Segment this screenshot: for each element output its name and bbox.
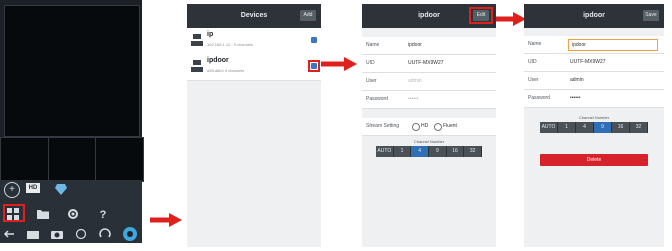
channel-option[interactable]: AUTO: [376, 146, 394, 157]
edit-titlebar: ipdoor Edit: [362, 4, 496, 28]
help-icon[interactable]: ?: [96, 207, 110, 221]
device-subtitle: a5f1d8b4 9 channels: [207, 68, 245, 73]
highlight-info-button: [308, 60, 320, 72]
password-field[interactable]: ••••••: [408, 91, 419, 108]
stream-row: Stream Setting HD Fluent: [362, 118, 496, 136]
highlight-grid-button: [3, 204, 25, 222]
channel-option[interactable]: 1: [558, 122, 576, 133]
channel-option[interactable]: 32: [464, 146, 483, 157]
field-label: UID: [366, 60, 375, 66]
field-label: Stream Setting: [366, 123, 400, 129]
field-label: User: [528, 77, 539, 83]
channel-option[interactable]: 16: [447, 146, 465, 157]
channel-selector: AUTO 1 4 9 16 32: [540, 122, 648, 133]
settings-icon[interactable]: [74, 227, 88, 241]
add-device-button[interactable]: Add: [300, 10, 316, 21]
channel-option[interactable]: 16: [612, 122, 630, 133]
hd-icon[interactable]: HD: [26, 183, 40, 193]
field-label: Password: [528, 95, 550, 101]
name-input[interactable]: ipdoor: [568, 39, 658, 51]
device-row[interactable]: ip 192.168.1.10 : 9 channels: [187, 28, 321, 55]
user-field[interactable]: admin: [570, 72, 584, 89]
user-row: User admin: [524, 72, 664, 90]
arrow-right-icon: [150, 213, 182, 227]
info-icon[interactable]: [311, 37, 317, 43]
user-field[interactable]: admin: [408, 73, 422, 90]
video-pane-main[interactable]: [4, 5, 140, 137]
name-row: Name ipdoor: [362, 37, 496, 55]
diamond-icon[interactable]: [54, 182, 68, 196]
channel-option[interactable]: 4: [576, 122, 594, 133]
channel-label: Channel Number: [578, 115, 610, 120]
uid-field[interactable]: UUTF-MX9W27: [570, 54, 606, 71]
video-pane-1[interactable]: [0, 137, 49, 182]
video-pane-2[interactable]: [48, 137, 96, 182]
fluent-radio[interactable]: [434, 123, 442, 131]
name-value: ipdoor: [572, 42, 586, 48]
field-label: User: [366, 78, 377, 84]
uid-row: UID UUTF-MX9W27: [524, 54, 664, 72]
camera-icon: [191, 59, 203, 73]
devices-screen: Devices Add ip 192.168.1.10 : 9 channels…: [187, 4, 321, 247]
name-row: Name ipdoor: [524, 36, 664, 54]
save-button[interactable]: Save: [643, 10, 659, 21]
channel-label: Channel Number: [413, 139, 445, 144]
channel-option[interactable]: 9: [594, 122, 612, 133]
rotate-icon[interactable]: [98, 227, 112, 241]
device-name: ip: [207, 31, 214, 38]
device-row[interactable]: ipdoor a5f1d8b4 9 channels: [187, 54, 321, 81]
radio-label: Fluent: [443, 123, 457, 129]
password-row: Password ••••••: [524, 90, 664, 108]
highlight-edit-button: [469, 7, 493, 24]
uid-field[interactable]: UUTF-MX9W27: [408, 55, 444, 72]
live-view-screen: + HD ?: [0, 0, 144, 243]
field-label: Name: [528, 41, 542, 47]
name-field[interactable]: ipdoor: [408, 37, 422, 54]
channel-option[interactable]: AUTO: [540, 122, 558, 133]
field-label: Name: [366, 42, 380, 48]
save-device-screen: ipdoor Save Name ipdoor UID UUTF-MX9W27 …: [524, 4, 664, 247]
devices-titlebar: Devices Add: [187, 4, 321, 28]
arrow-right-icon: [496, 12, 526, 26]
hd-radio[interactable]: [412, 123, 420, 131]
channel-selector: AUTO 1 4 9 16 32: [376, 146, 483, 157]
password-field[interactable]: ••••••: [570, 90, 581, 107]
channel-option[interactable]: 32: [630, 122, 648, 133]
back-icon[interactable]: [2, 227, 16, 241]
uid-row: UID UUTF-MX9W27: [362, 55, 496, 73]
camera-icon[interactable]: [50, 227, 64, 241]
folder-icon[interactable]: [36, 208, 50, 220]
arrow-right-icon: [321, 57, 357, 71]
save-titlebar: ipdoor Save: [524, 4, 664, 28]
channel-option[interactable]: 9: [429, 146, 447, 157]
video-pane-3[interactable]: [95, 137, 144, 182]
field-label: UID: [528, 59, 537, 65]
edit-device-screen: ipdoor Edit Name ipdoor UID UUTF-MX9W27 …: [362, 4, 496, 247]
add-icon[interactable]: +: [4, 182, 20, 198]
channel-option[interactable]: 4: [411, 146, 430, 157]
radio-label: HD: [421, 123, 429, 129]
channel-option[interactable]: 1: [394, 146, 412, 157]
field-label: Password: [366, 96, 388, 102]
ptz-icon[interactable]: [122, 226, 138, 242]
password-row: Password ••••••: [362, 91, 496, 109]
delete-button[interactable]: Delete: [540, 154, 648, 166]
user-row: User admin: [362, 73, 496, 91]
tray-icon[interactable]: [26, 228, 40, 240]
camera-icon: [191, 33, 203, 47]
gear-icon[interactable]: [66, 207, 80, 221]
device-subtitle: 192.168.1.10 : 9 channels: [207, 42, 254, 47]
device-name: ipdoor: [207, 57, 229, 64]
